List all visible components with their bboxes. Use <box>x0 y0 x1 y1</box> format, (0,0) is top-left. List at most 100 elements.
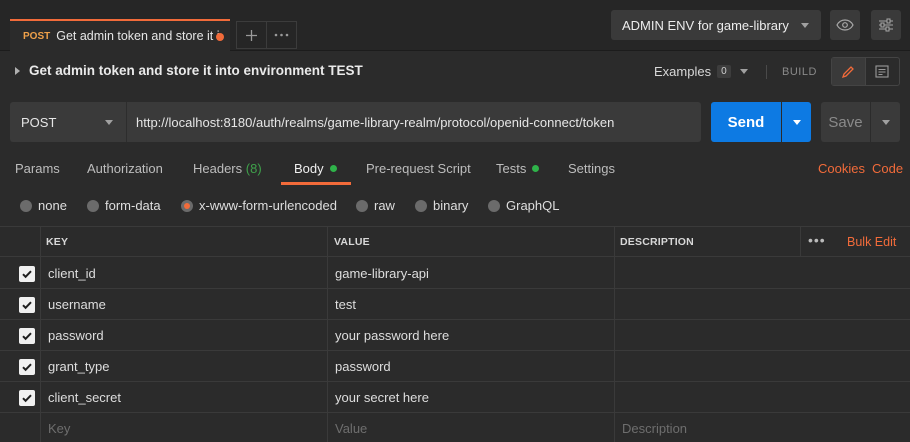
tab-settings[interactable]: Settings <box>568 161 615 176</box>
body-type-graphql-label: GraphQL <box>506 198 560 213</box>
divider <box>800 227 801 257</box>
manage-environments-button[interactable] <box>871 10 901 40</box>
tab-tests[interactable]: Tests <box>496 161 540 176</box>
tab-params[interactable]: Params <box>15 161 60 176</box>
examples-label: Examples <box>654 64 712 79</box>
body-type-raw[interactable]: raw <box>356 198 395 213</box>
document-icon <box>875 65 889 78</box>
save-options-button[interactable] <box>871 102 900 142</box>
table-header: KEY VALUE DESCRIPTION ••• Bulk Edit <box>0 227 910 257</box>
http-method-select[interactable]: POST <box>10 102 126 142</box>
mode-toggle <box>831 57 900 86</box>
row-value[interactable]: password <box>335 359 391 374</box>
tests-indicator-dot <box>532 165 540 172</box>
tab-authorization[interactable]: Authorization <box>87 161 163 176</box>
row-checkbox[interactable] <box>19 390 35 406</box>
row-checkbox[interactable] <box>19 359 35 375</box>
table-options-button[interactable]: ••• <box>808 232 826 248</box>
column-header-description: DESCRIPTION <box>620 236 694 248</box>
new-key-input[interactable]: Key <box>48 421 70 436</box>
url-input[interactable]: http://localhost:8180/auth/realms/game-l… <box>126 102 701 142</box>
cookies-link[interactable]: Cookies <box>818 161 865 176</box>
row-value[interactable]: your password here <box>335 328 449 343</box>
save-button[interactable]: Save <box>821 102 870 142</box>
row-key[interactable]: username <box>48 297 106 312</box>
tab-headers-label: Headers <box>193 161 243 176</box>
tab-headers[interactable]: Headers (8) <box>193 161 262 176</box>
tab-pre-request-script[interactable]: Pre-request Script <box>366 161 471 176</box>
new-description-input[interactable]: Description <box>622 421 687 436</box>
column-header-value: VALUE <box>334 236 370 248</box>
documentation-mode-button[interactable] <box>866 58 900 85</box>
row-value[interactable]: your secret here <box>335 390 429 405</box>
build-label: BUILD <box>782 66 817 78</box>
tab-body[interactable]: Body <box>294 161 337 176</box>
checkmark-icon <box>22 332 32 341</box>
send-button[interactable]: Send <box>711 102 781 142</box>
body-indicator-dot <box>329 165 337 172</box>
tab-options-button[interactable] <box>266 21 297 49</box>
tab-tests-label: Tests <box>496 161 527 176</box>
checkmark-icon <box>22 270 32 279</box>
edit-mode-button[interactable] <box>832 58 866 85</box>
row-key[interactable]: client_secret <box>48 390 121 405</box>
request-tab[interactable]: POST Get admin token and store it i... <box>10 19 230 51</box>
divider <box>766 65 767 79</box>
request-header-bar: Get admin token and store it into enviro… <box>0 51 910 91</box>
new-row: Key Value Description <box>0 413 910 442</box>
sliders-icon <box>879 18 893 32</box>
radio-icon <box>415 199 427 212</box>
row-key[interactable]: password <box>48 328 104 343</box>
chevron-down-icon <box>739 69 748 74</box>
radio-icon <box>87 199 99 212</box>
new-value-input[interactable]: Value <box>335 421 367 436</box>
examples-count-badge: 0 <box>717 65 731 78</box>
expand-arrow-icon[interactable] <box>15 67 20 75</box>
request-tab-method: POST <box>23 30 51 42</box>
body-params-table: KEY VALUE DESCRIPTION ••• Bulk Edit clie… <box>0 226 910 442</box>
row-value[interactable]: game-library-api <box>335 266 429 281</box>
table-row: client_id game-library-api <box>0 258 910 289</box>
column-header-key: KEY <box>46 236 69 248</box>
unsaved-changes-dot <box>216 33 224 41</box>
tab-headers-count: (8) <box>245 161 262 176</box>
body-type-binary[interactable]: binary <box>415 198 468 213</box>
tab-strip: POST Get admin token and store it i... A… <box>0 0 910 51</box>
request-name[interactable]: Get admin token and store it into enviro… <box>29 63 363 78</box>
radio-icon <box>488 199 500 212</box>
table-row: client_secret your secret here <box>0 382 910 413</box>
request-tab-title: Get admin token and store it i... <box>56 29 222 43</box>
environment-select[interactable]: ADMIN ENV for game-library <box>611 10 821 40</box>
table-row: grant_type password <box>0 351 910 382</box>
body-type-graphql[interactable]: GraphQL <box>488 198 559 213</box>
row-checkbox[interactable] <box>19 328 35 344</box>
chevron-down-icon <box>801 23 809 28</box>
pencil-icon <box>842 65 855 78</box>
radio-icon <box>356 199 368 212</box>
body-type-urlencoded[interactable]: x-www-form-urlencoded <box>181 198 337 213</box>
row-key[interactable]: grant_type <box>48 359 109 374</box>
eye-icon <box>836 19 854 31</box>
body-type-raw-label: raw <box>374 198 395 213</box>
row-checkbox[interactable] <box>19 266 35 282</box>
plus-icon <box>246 29 257 41</box>
body-type-form-data[interactable]: form-data <box>87 198 161 213</box>
environment-quick-look-button[interactable] <box>830 10 860 40</box>
table-row: username test <box>0 289 910 320</box>
row-value[interactable]: test <box>335 297 356 312</box>
row-checkbox[interactable] <box>19 297 35 313</box>
ellipsis-icon <box>274 33 289 37</box>
bulk-edit-link[interactable]: Bulk Edit <box>847 235 896 249</box>
new-tab-button[interactable] <box>236 21 267 49</box>
body-type-form-data-label: form-data <box>105 198 161 213</box>
radio-selected-icon <box>181 199 193 212</box>
row-key[interactable]: client_id <box>48 266 96 281</box>
table-row: password your password here <box>0 320 910 351</box>
body-type-none[interactable]: none <box>20 198 67 213</box>
code-link[interactable]: Code <box>872 161 903 176</box>
checkmark-icon <box>22 394 32 403</box>
body-type-urlencoded-label: x-www-form-urlencoded <box>199 198 337 213</box>
examples-dropdown[interactable]: Examples 0 <box>654 64 748 79</box>
send-options-button[interactable] <box>782 102 811 142</box>
environment-label: ADMIN ENV for game-library <box>622 17 789 33</box>
